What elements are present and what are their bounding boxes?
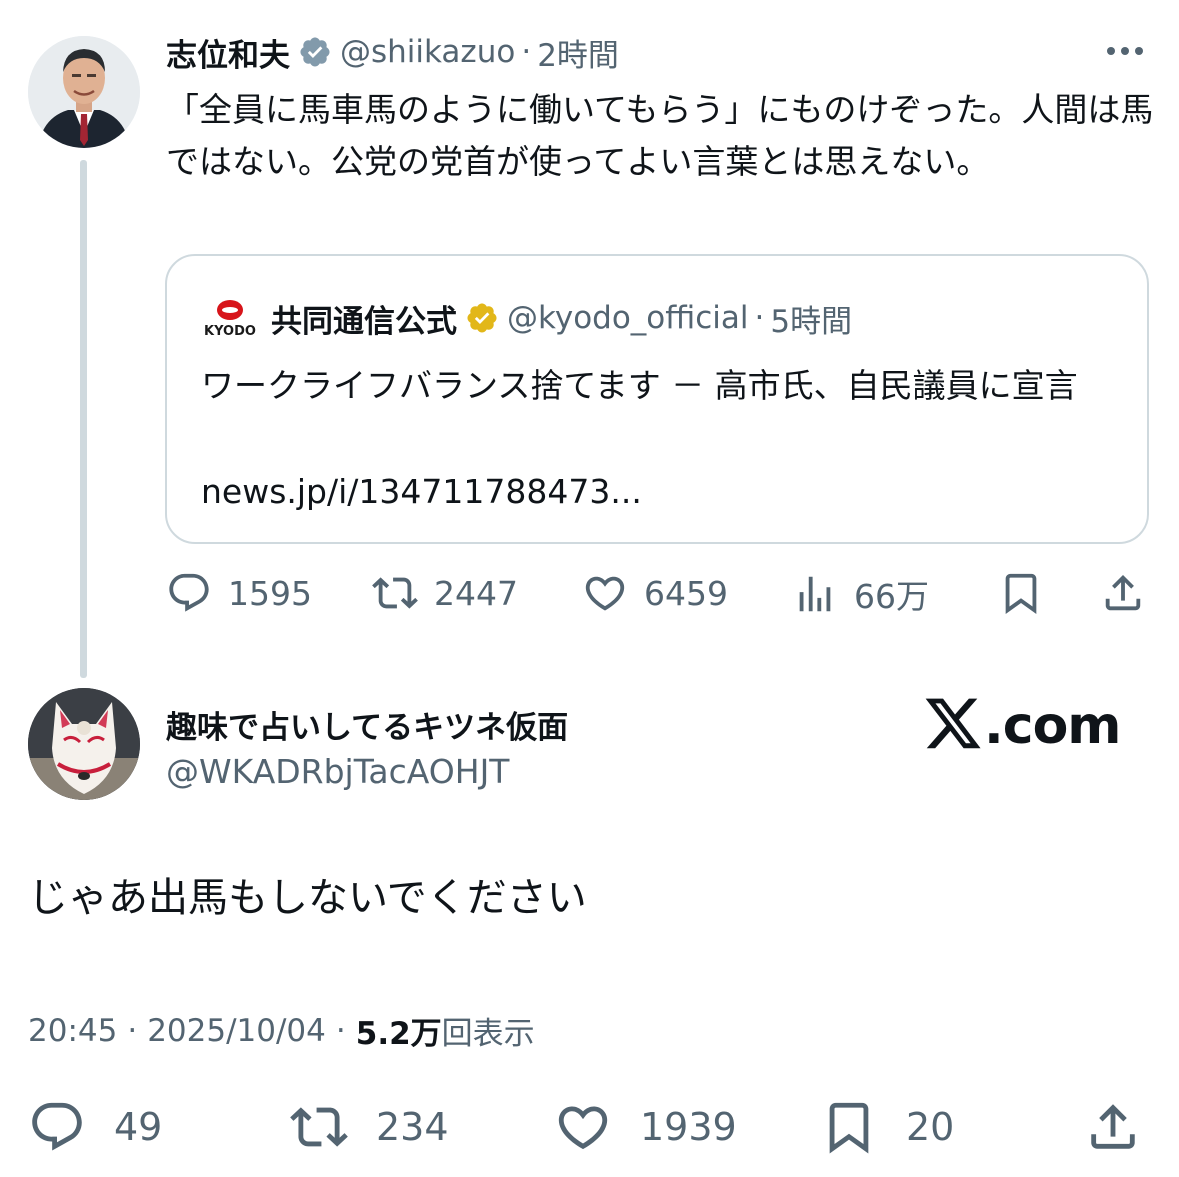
avatar-image (28, 688, 140, 800)
bookmark-icon (1005, 573, 1037, 614)
repost-count: 234 (376, 1105, 449, 1149)
like-count: 6459 (644, 573, 728, 613)
quoted-tweet-text: ワークライフバランス捨てます － 高市氏、自民議員に宣言 (201, 366, 1078, 405)
repost-icon (372, 577, 418, 609)
quoted-tweet-card[interactable]: KYODO 共同通信公式 @kyodo_official · 5時間 ワークライ… (165, 254, 1149, 544)
quoted-tweet-header: KYODO 共同通信公式 @kyodo_official · 5時間 (201, 298, 853, 340)
avatar-fox-mask[interactable] (28, 688, 140, 800)
verified-gray-icon (298, 35, 332, 69)
reply-count: 1595 (228, 573, 312, 613)
reply-icon (32, 1102, 82, 1151)
x-com-watermark: .com (922, 694, 1121, 758)
author-handle[interactable]: @shiikazuo (340, 34, 515, 70)
separator-dot: · (335, 1012, 346, 1049)
like-icon (558, 1106, 608, 1150)
bookmark-button[interactable] (998, 570, 1044, 616)
share-button[interactable] (1100, 570, 1146, 616)
repost-icon (290, 1107, 348, 1147)
post-time[interactable]: 20:45 (28, 1013, 117, 1049)
avatar-shiikazuo[interactable] (28, 36, 140, 148)
like-count: 1939 (640, 1105, 737, 1149)
share-icon (1105, 574, 1141, 611)
bookmark-button[interactable]: 20 (820, 1098, 954, 1156)
share-button[interactable] (1084, 1098, 1142, 1156)
reply-button[interactable]: 1595 (166, 570, 312, 616)
post-date[interactable]: 2025/10/04 (147, 1013, 326, 1049)
reply-icon (169, 573, 209, 612)
separator-dot: · (754, 300, 765, 336)
view-count: 5.2万 (355, 1016, 442, 1052)
separator-dot: · (127, 1012, 138, 1049)
views-icon (799, 576, 831, 612)
reply-count: 49 (114, 1105, 163, 1149)
x-com-watermark-text: .com (984, 696, 1121, 756)
views-button[interactable]: 66万 (792, 570, 929, 618)
reply-author-handle[interactable]: @WKADRbjTacAOHJT (166, 752, 509, 791)
reply-button[interactable]: 49 (28, 1098, 162, 1156)
repost-button[interactable]: 234 (290, 1098, 449, 1156)
reply-meta: 20:45 · 2025/10/04 · 5.2万 回表示 (28, 1008, 535, 1053)
avatar-image (28, 36, 140, 148)
reply-author-name[interactable]: 趣味で占いしてるキツネ仮面 (166, 702, 568, 747)
quoted-post-time: 5時間 (770, 303, 853, 340)
quoted-author-handle: @kyodo_official (507, 300, 749, 336)
kyodo-logo-text: KYODO (204, 324, 256, 338)
post-time[interactable]: 2時間 (537, 30, 619, 75)
quoted-author-name: 共同通信公式 (271, 303, 457, 340)
x-logo-icon (925, 698, 981, 749)
like-button[interactable]: 1939 (554, 1098, 737, 1156)
reply-tweet-text: じゃあ出馬もしないでください (28, 875, 587, 921)
bookmark-count: 20 (906, 1105, 955, 1149)
repost-count: 2447 (434, 573, 518, 613)
kyodo-logo-icon: KYODO (201, 298, 259, 338)
bookmark-icon (829, 1102, 869, 1154)
repost-button[interactable]: 2447 (372, 570, 518, 616)
like-icon (585, 576, 625, 611)
parent-tweet-text: 「全員に馬車馬のように働いてもらう」にものけぞった。人間は馬ではない。公党の党首… (166, 90, 1154, 181)
separator-dot: · (521, 34, 532, 70)
share-icon (1091, 1104, 1135, 1149)
like-button[interactable]: 6459 (582, 570, 728, 616)
more-icon[interactable] (1102, 36, 1148, 66)
author-name[interactable]: 志位和夫 (166, 30, 290, 75)
verified-gold-icon (465, 301, 499, 335)
view-count-label: 回表示 (441, 1016, 535, 1052)
thread-connector-line (80, 160, 87, 678)
quoted-tweet-link[interactable]: news.jp/i/134711788473... (201, 466, 642, 518)
parent-tweet-header: 志位和夫 @shiikazuo · 2時間 (166, 30, 619, 75)
views-count: 66万 (854, 577, 929, 616)
